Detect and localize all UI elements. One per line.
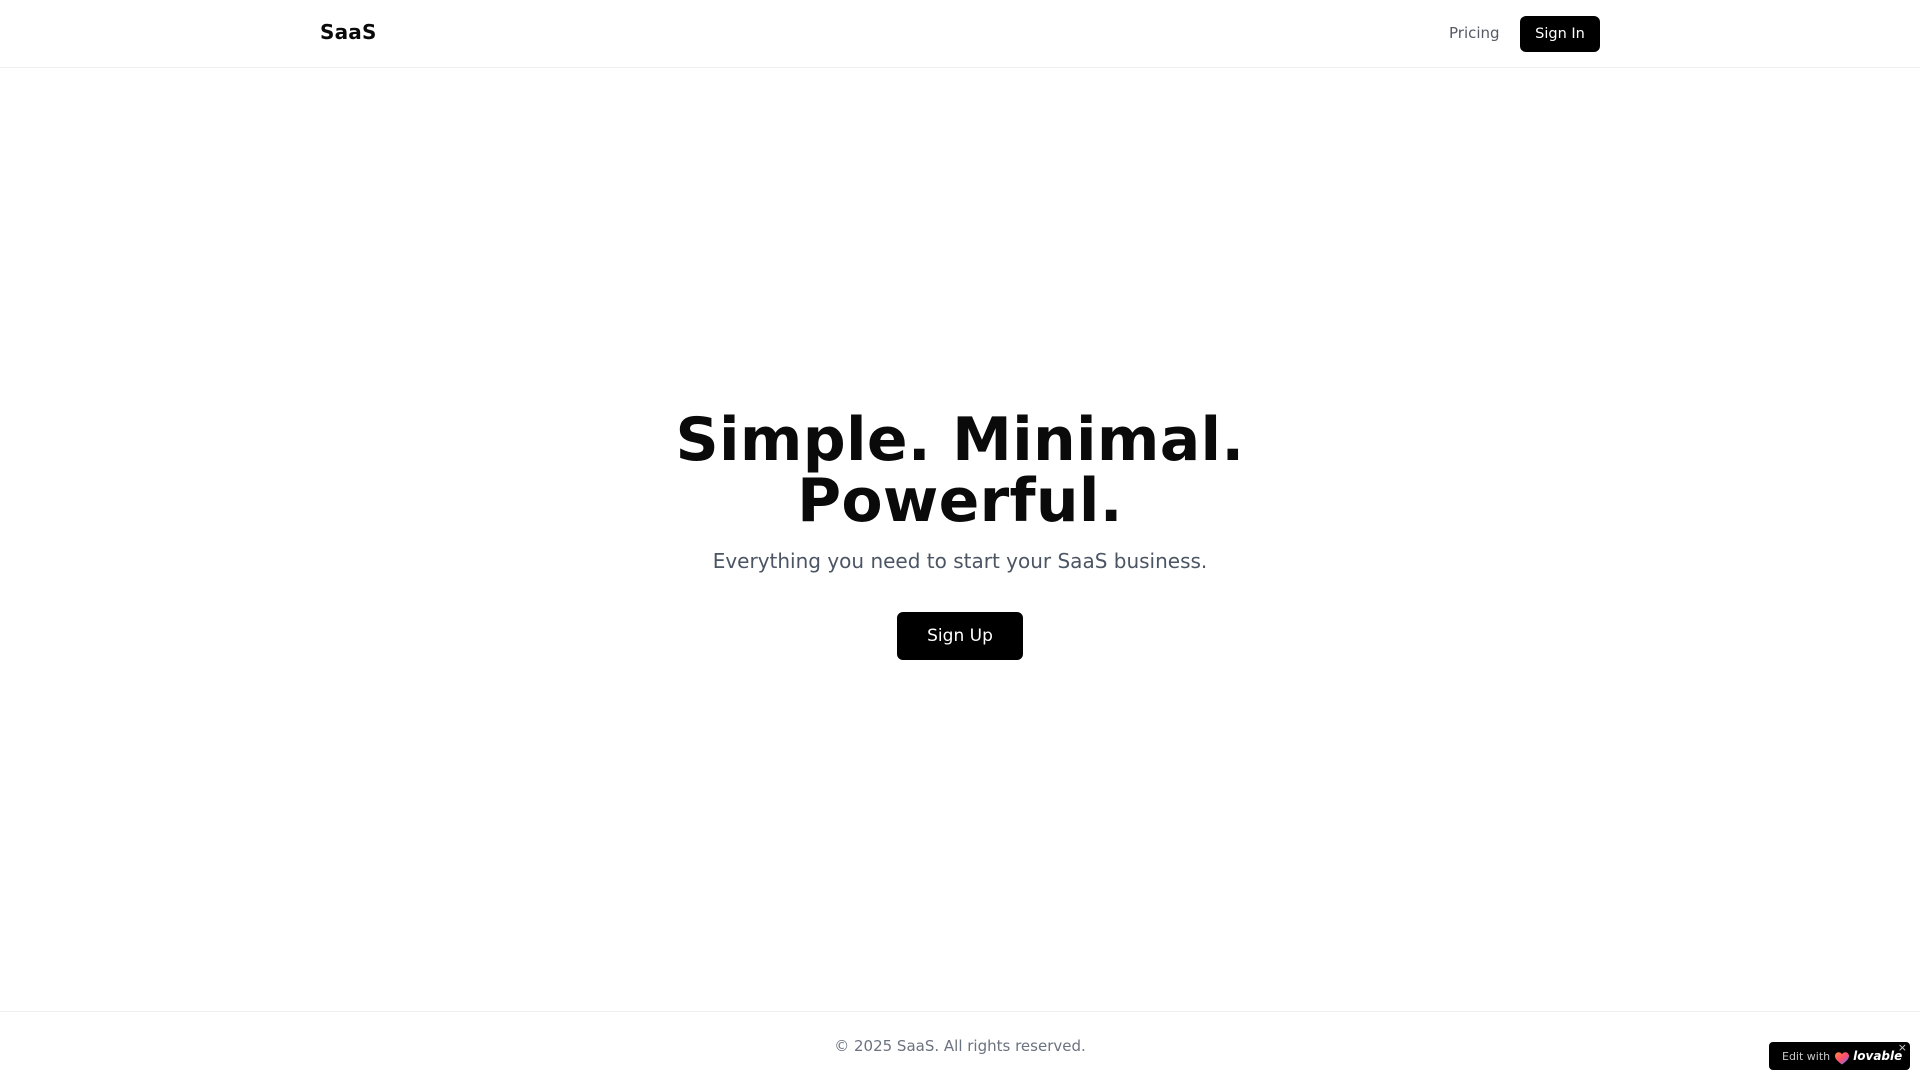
nav-link-pricing[interactable]: Pricing xyxy=(1449,24,1500,42)
close-icon[interactable]: × xyxy=(1898,1041,1907,1054)
hero-title-line-1: Simple. Minimal. xyxy=(675,405,1245,475)
copyright-text: © 2025 SaaS. All rights reserved. xyxy=(834,1037,1086,1055)
sign-up-button[interactable]: Sign Up xyxy=(897,612,1023,660)
badge-prefix-text: Edit with xyxy=(1782,1049,1831,1063)
badge-brand-text: lovable xyxy=(1853,1049,1903,1063)
hero-title-line-2: Powerful. xyxy=(797,466,1123,536)
lovable-heart-icon xyxy=(1835,1050,1850,1064)
top-navbar: SaaS Pricing Sign In xyxy=(0,0,1920,68)
hero-subtitle: Everything you need to start your SaaS b… xyxy=(712,549,1208,573)
brand-logo[interactable]: SaaS xyxy=(320,20,377,44)
footer: © 2025 SaaS. All rights reserved. xyxy=(0,1011,1920,1080)
hero-title: Simple. Minimal. Powerful. xyxy=(0,410,1920,532)
sign-in-button[interactable]: Sign In xyxy=(1520,16,1600,52)
hero-section: Simple. Minimal. Powerful. Everything yo… xyxy=(0,410,1920,574)
page: SaaS Pricing Sign In Simple. Minimal. Po… xyxy=(0,0,1920,1080)
edit-with-lovable-badge[interactable]: Edit with lovable × xyxy=(1769,1041,1910,1070)
